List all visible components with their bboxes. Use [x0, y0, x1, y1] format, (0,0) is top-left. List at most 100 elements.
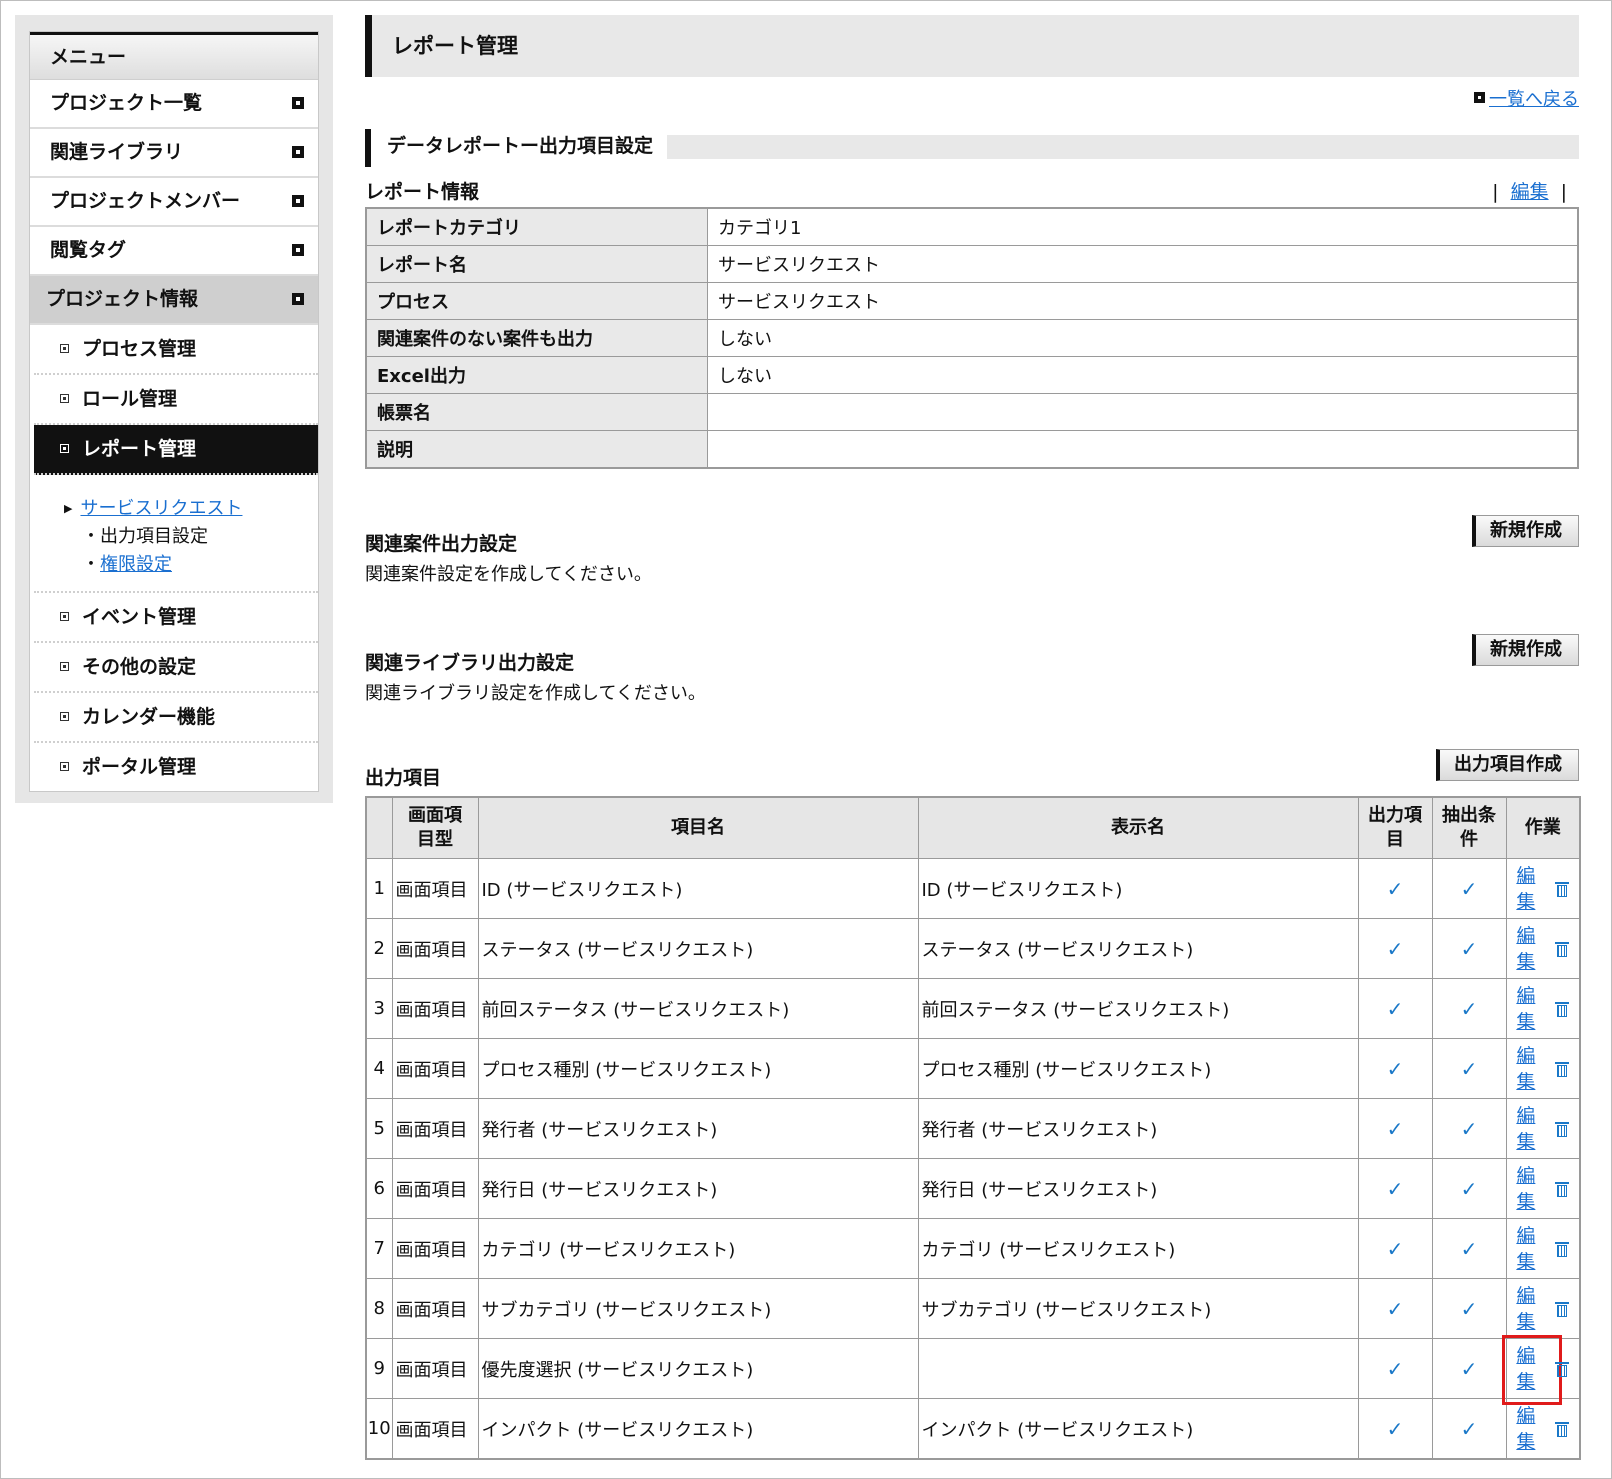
row-name: ステータス (サービスリクエスト) [477, 918, 919, 979]
tree-current-output: ・出力項目設定 [82, 526, 208, 547]
sidebar-subitem-calendar[interactable]: カレンダー機能 [34, 693, 318, 743]
row-edit-link[interactable]: 編集 [1516, 1283, 1535, 1335]
row-edit-link[interactable]: 編集 [1502, 1334, 1563, 1405]
square-bullet-icon [292, 195, 304, 207]
col-header-display: 表示名 [917, 796, 1359, 859]
sidebar-menu: メニュー プロジェクト一覧 関連ライブラリ プロジェクトメンバー 閲覧タグ プロ… [29, 31, 319, 792]
sidebar-subitem-label: ロール管理 [82, 388, 178, 410]
row-edit-link[interactable]: 編集 [1516, 863, 1535, 915]
table-row: 3 画面項目 前回ステータス (サービスリクエスト) 前回ステータス (サービスリクエ… [365, 978, 1581, 1039]
report-info-table: レポートカテゴリ カテゴリ1 レポート名 サービスリクエスト プロセス サービスリクエスト… [365, 207, 1579, 469]
tree-link-permission[interactable]: 権限設定 [100, 554, 172, 575]
sidebar-subitem-label: ポータル管理 [82, 756, 197, 778]
table-row: 8 画面項目 サブカテゴリ (サービスリクエスト) サブカテゴリ (サービスリクエスト… [365, 1278, 1581, 1339]
row-ops: 編集 [1505, 978, 1581, 1039]
row-edit-link[interactable]: 編集 [1516, 1043, 1535, 1095]
row-type: 画面項目 [391, 1278, 479, 1339]
related-lib-new-button[interactable]: 新規作成 [1472, 634, 1579, 666]
trash-icon[interactable] [1555, 1180, 1570, 1198]
row-display: 発行日 (サービスリクエスト) [917, 1158, 1359, 1219]
table-row: 6 画面項目 発行日 (サービスリクエスト) 発行日 (サービスリクエスト) ✓ ✓ 編集 [365, 1158, 1581, 1219]
row-extract-flag: ✓ [1431, 1158, 1507, 1219]
sidebar-subitem-process[interactable]: プロセス管理 [34, 325, 318, 375]
trash-icon[interactable] [1555, 1420, 1570, 1438]
sidebar-item-view-tags[interactable]: 閲覧タグ [30, 227, 318, 276]
row-output-flag: ✓ [1357, 1218, 1433, 1279]
tree-bullet: ・ [82, 554, 100, 575]
sidebar-item-project-members[interactable]: プロジェクトメンバー [30, 178, 318, 227]
related-lib-block: 関連ライブラリ出力設定 新規作成 関連ライブラリ設定を作成してください。 [365, 634, 1579, 705]
sidebar-subitem-role[interactable]: ロール管理 [34, 375, 318, 425]
row-edit-link[interactable]: 編集 [1516, 923, 1535, 975]
box-bullet-icon [60, 612, 69, 621]
row-number: 6 [365, 1158, 393, 1219]
row-output-flag: ✓ [1357, 1098, 1433, 1159]
info-row: 説明 [365, 430, 1579, 469]
create-output-item-button[interactable]: 出力項目作成 [1436, 749, 1579, 781]
row-ops: 編集 [1505, 1158, 1581, 1219]
row-extract-flag: ✓ [1431, 858, 1507, 919]
row-edit-link[interactable]: 編集 [1516, 1103, 1535, 1155]
check-icon: ✓ [1460, 1356, 1478, 1381]
sidebar-subitem-other-settings[interactable]: その他の設定 [34, 643, 318, 693]
col-header-no [365, 796, 393, 859]
row-extract-flag: ✓ [1431, 1278, 1507, 1339]
info-row: Excel出力 しない [365, 356, 1579, 394]
info-row: プロセス サービスリクエスト [365, 282, 1579, 320]
row-display: インパクト (サービスリクエスト) [917, 1398, 1359, 1460]
col-header-extract: 抽出条件 [1431, 796, 1507, 859]
trash-icon[interactable] [1555, 880, 1570, 898]
row-number: 9 [365, 1338, 393, 1399]
trash-icon[interactable] [1555, 1240, 1570, 1258]
sidebar-item-related-library[interactable]: 関連ライブラリ [30, 129, 318, 178]
table-header-row: 画面項 目型 項目名 表示名 出力項目 抽出条件 作業 [365, 796, 1581, 859]
check-icon: ✓ [1386, 1236, 1404, 1261]
row-edit-link[interactable]: 編集 [1516, 1163, 1535, 1215]
trash-icon[interactable] [1555, 1360, 1570, 1378]
sidebar-subitem-report[interactable]: レポート管理 [34, 425, 318, 475]
related-case-new-button[interactable]: 新規作成 [1472, 515, 1579, 547]
row-name: カテゴリ (サービスリクエスト) [477, 1218, 919, 1279]
check-icon: ✓ [1460, 1416, 1478, 1441]
row-ops: 編集 [1505, 1278, 1581, 1339]
sidebar-item-label: プロジェクト情報 [46, 288, 199, 310]
tree-link-service-request[interactable]: サービスリクエスト [80, 498, 242, 519]
row-ops: 編集 [1505, 1098, 1581, 1159]
row-extract-flag: ✓ [1431, 1338, 1507, 1399]
trash-icon[interactable] [1555, 1000, 1570, 1018]
main-content: レポート管理 一覧へ戻る データレポートー出力項目設定 レポート情報 | 編集 | … [365, 15, 1581, 1460]
trash-icon[interactable] [1555, 1060, 1570, 1078]
row-output-flag: ✓ [1357, 1158, 1433, 1219]
row-output-flag: ✓ [1357, 918, 1433, 979]
related-case-desc: 関連案件設定を作成してください。 [365, 564, 652, 585]
sidebar-subitem-event[interactable]: イベント管理 [34, 593, 318, 643]
check-icon: ✓ [1386, 1416, 1404, 1441]
row-number: 1 [365, 858, 393, 919]
row-name: ID (サービスリクエスト) [477, 858, 919, 919]
row-type: 画面項目 [391, 1338, 479, 1399]
row-extract-flag: ✓ [1431, 978, 1507, 1039]
check-icon: ✓ [1386, 1176, 1404, 1201]
info-row: レポート名 サービスリクエスト [365, 245, 1579, 283]
table-row: 4 画面項目 プロセス種別 (サービスリクエスト) プロセス種別 (サービスリクエスト… [365, 1038, 1581, 1099]
related-lib-title: 関連ライブラリ出力設定 [365, 652, 575, 674]
row-display: サブカテゴリ (サービスリクエスト) [917, 1278, 1359, 1339]
sidebar-item-project-info[interactable]: プロジェクト情報 [30, 276, 318, 325]
trash-icon[interactable] [1555, 1300, 1570, 1318]
edit-report-link[interactable]: 編集 [1511, 181, 1549, 203]
info-key: 関連案件のない案件も出力 [365, 319, 708, 357]
back-to-list-link[interactable]: 一覧へ戻る [1489, 89, 1579, 110]
check-icon: ✓ [1460, 1116, 1478, 1141]
trash-icon[interactable] [1555, 1120, 1570, 1138]
row-display: ステータス (サービスリクエスト) [917, 918, 1359, 979]
row-number: 10 [365, 1398, 393, 1460]
trash-icon[interactable] [1555, 940, 1570, 958]
row-name: 発行日 (サービスリクエスト) [477, 1158, 919, 1219]
sidebar-subitem-portal[interactable]: ポータル管理 [34, 743, 318, 791]
check-icon: ✓ [1386, 1116, 1404, 1141]
row-display: カテゴリ (サービスリクエスト) [917, 1218, 1359, 1279]
sidebar-item-project-list[interactable]: プロジェクト一覧 [30, 80, 318, 129]
row-edit-link[interactable]: 編集 [1516, 983, 1535, 1035]
row-edit-link[interactable]: 編集 [1516, 1403, 1535, 1455]
row-edit-link[interactable]: 編集 [1516, 1223, 1535, 1275]
